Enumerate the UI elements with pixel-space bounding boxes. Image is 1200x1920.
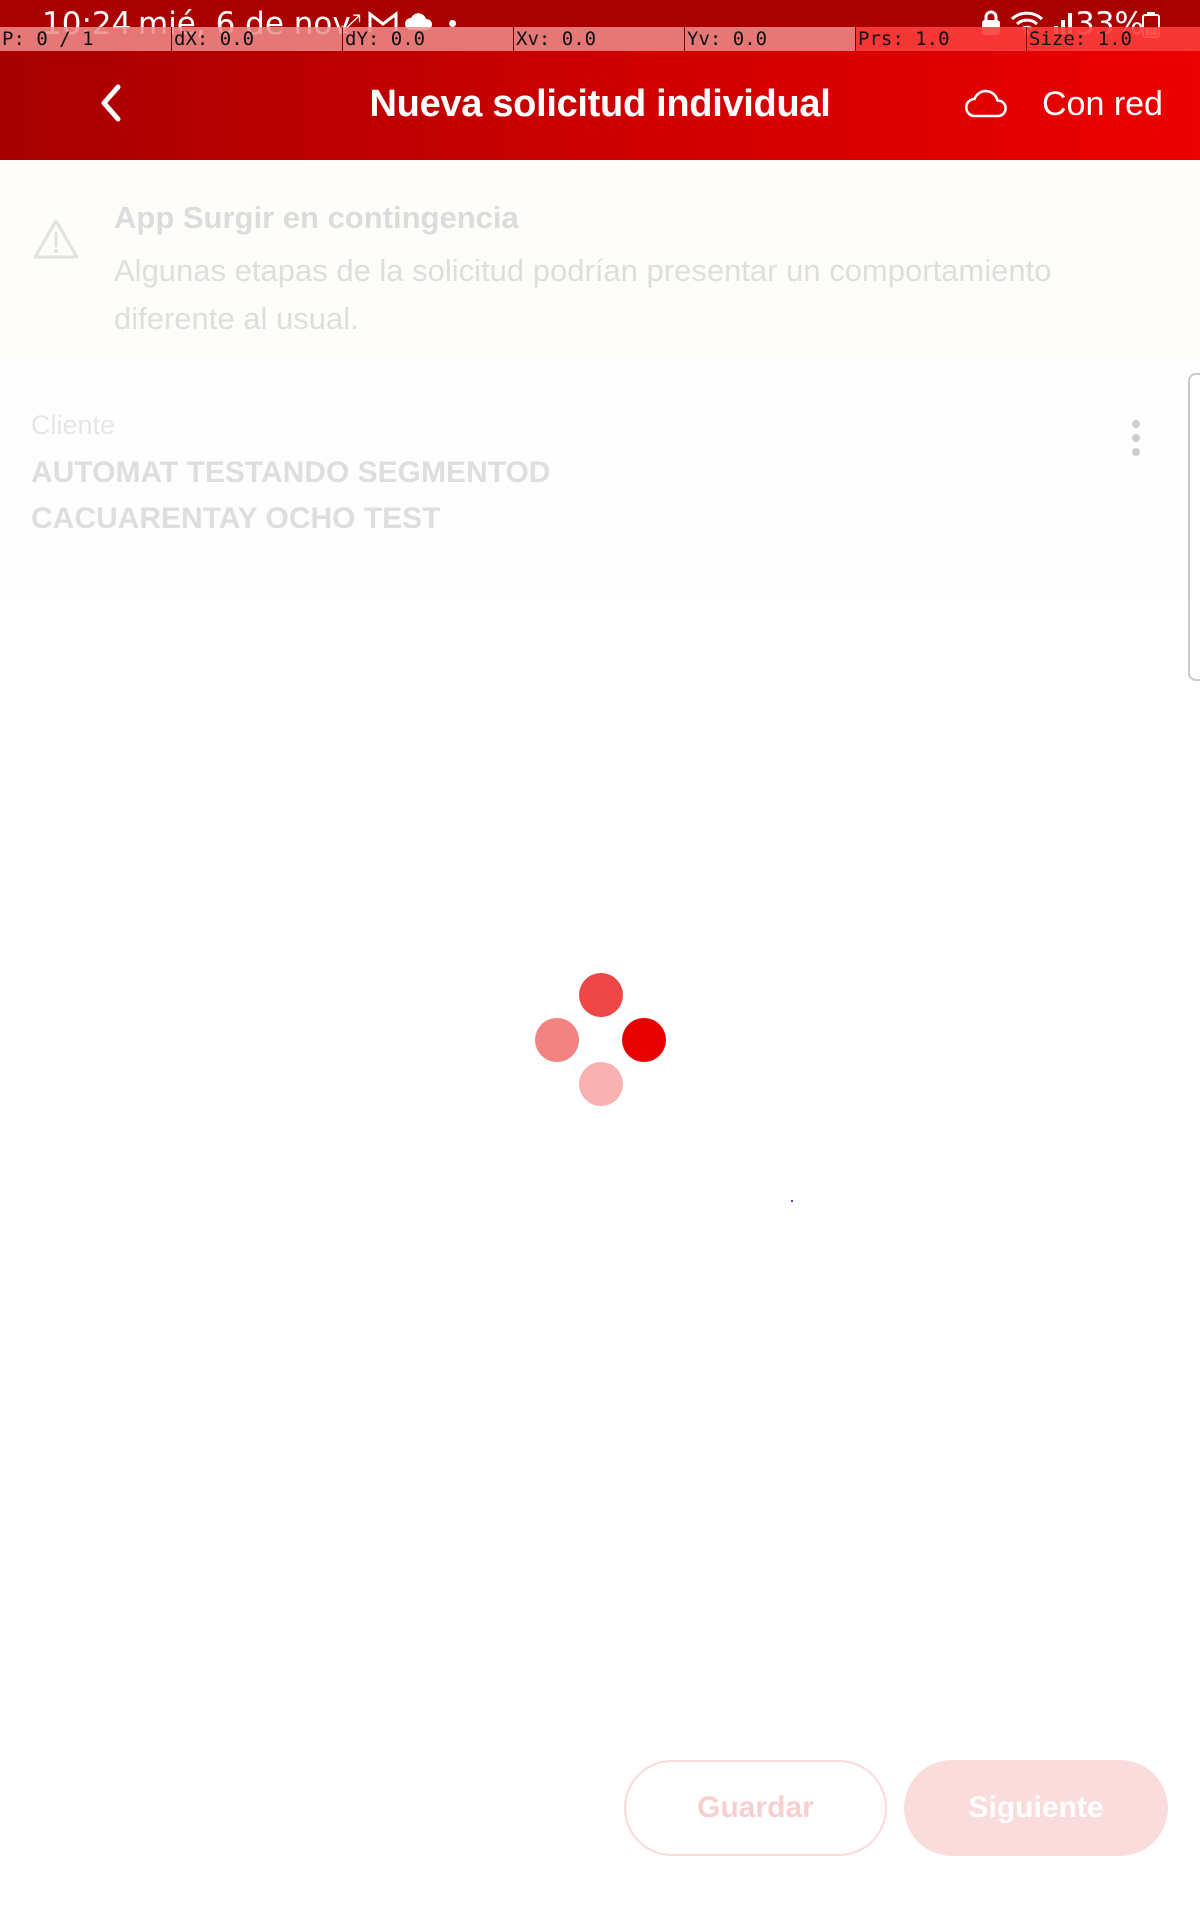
contingency-warning-banner: App Surgir en contingencia Algunas etapa… <box>0 160 1200 360</box>
debug-xv: Xv: 0.0 <box>513 27 684 51</box>
touch-trace-dot <box>791 1200 793 1202</box>
page-title: Nueva solicitud individual <box>369 83 831 125</box>
cloud-outline-icon <box>965 89 1007 118</box>
edge-panel-handle[interactable] <box>1188 373 1200 681</box>
kebab-dot <box>1132 420 1140 428</box>
warning-text: Algunas etapas de la solicitud podrían p… <box>114 253 1052 336</box>
warning-icon <box>33 219 79 259</box>
debug-size: Size: 1.0 <box>1026 27 1200 51</box>
save-button[interactable]: Guardar <box>624 1760 887 1856</box>
next-button[interactable]: Siguiente <box>904 1760 1168 1856</box>
spinner-dot <box>535 1018 579 1062</box>
more-options-button[interactable] <box>1124 420 1148 460</box>
loading-spinner <box>533 973 668 1106</box>
kebab-dot <box>1132 448 1140 456</box>
warning-title: App Surgir en contingencia <box>114 200 519 235</box>
client-name: AUTOMAT TESTANDO SEGMENTOD CACUARENTAY O… <box>31 456 551 535</box>
spinner-dot <box>579 1062 623 1106</box>
debug-pressure: Prs: 1.0 <box>855 27 1026 51</box>
client-label: Cliente <box>31 410 116 440</box>
spinner-dot <box>622 1018 666 1062</box>
debug-pointer: P: 0 / 1 <box>0 27 171 51</box>
debug-dx: dX: 0.0 <box>171 27 342 51</box>
pointer-debug-overlay: P: 0 / 1 dX: 0.0 dY: 0.0 Xv: 0.0 Yv: 0.0… <box>0 27 1200 51</box>
client-card: Cliente AUTOMAT TESTANDO SEGMENTOD CACUA… <box>0 360 1200 600</box>
spinner-dot <box>579 973 623 1017</box>
debug-yv: Yv: 0.0 <box>684 27 855 51</box>
app-screen: 10:24 mié, 6 de nov ⤢ • 33% P: 0 / 1 dX:… <box>0 0 1200 1920</box>
kebab-dot <box>1132 434 1140 442</box>
network-status-label: Con red <box>1042 85 1163 123</box>
debug-dy: dY: 0.0 <box>342 27 513 51</box>
app-header: Nueva solicitud individual Con red <box>0 51 1200 160</box>
